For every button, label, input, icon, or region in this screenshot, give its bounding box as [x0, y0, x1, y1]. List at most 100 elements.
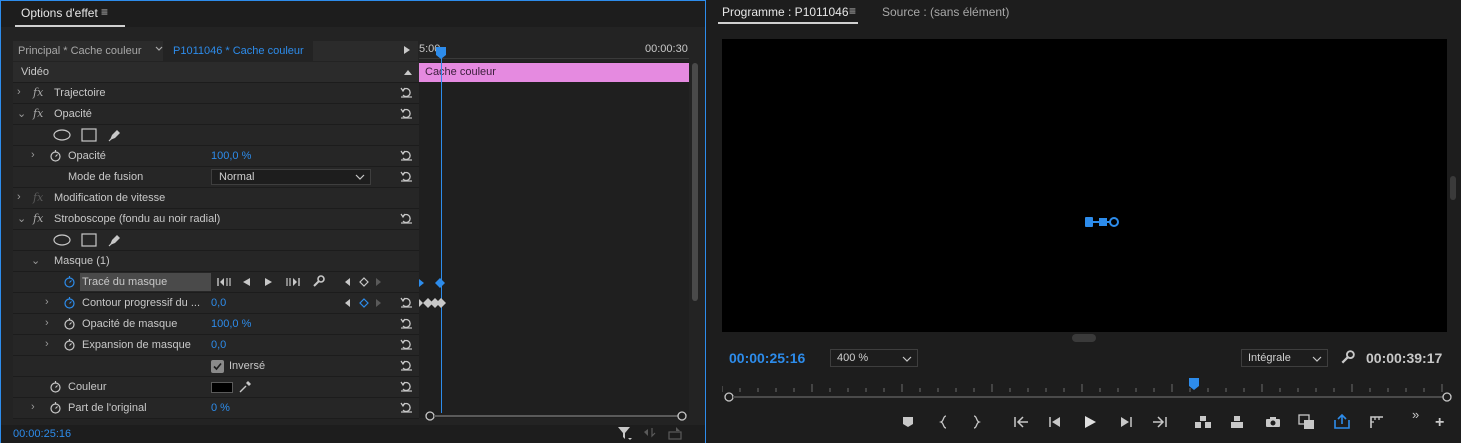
play-button[interactable] — [1081, 413, 1099, 431]
sequence-clip-label[interactable]: P1011046 * Cache couleur — [173, 45, 304, 57]
property-row-opacite-masque[interactable]: › Opacité de masque 100,0 % — [13, 314, 419, 335]
expansion-value[interactable]: 0,0 — [211, 339, 226, 351]
mask-control-handle-icon[interactable] — [1084, 215, 1120, 229]
fx-icon[interactable]: fx — [33, 212, 43, 225]
chevron-down-icon[interactable]: ⌄ — [17, 212, 26, 225]
vertical-scrollbar[interactable] — [690, 63, 700, 303]
go-to-in-button[interactable] — [1012, 413, 1030, 431]
stopwatch-icon[interactable] — [63, 317, 76, 330]
program-monitor-viewer[interactable] — [722, 39, 1447, 342]
more-controls-icon[interactable]: » — [1412, 407, 1419, 422]
timeline-zoom-scrollbar[interactable] — [425, 411, 687, 421]
add-button-icon[interactable]: + — [1435, 414, 1444, 432]
reset-icon[interactable] — [400, 170, 413, 183]
resolution-select[interactable]: Intégrale — [1241, 349, 1328, 367]
effect-timeline-area[interactable] — [419, 62, 689, 418]
fx-icon[interactable]: fx — [33, 86, 43, 99]
ellipse-mask-icon[interactable] — [53, 234, 71, 246]
keyframe-group-icon[interactable] — [419, 298, 447, 308]
safe-margins-button[interactable] — [1368, 413, 1386, 431]
go-to-out-button[interactable] — [1151, 413, 1169, 431]
camera-icon[interactable] — [1264, 413, 1282, 431]
reset-icon[interactable] — [400, 359, 413, 372]
mask-row[interactable]: ⌄ Masque (1) — [13, 251, 419, 272]
property-row-opacite[interactable]: › Opacité 100,0 % — [13, 146, 419, 167]
prev-keyframe-icon[interactable] — [345, 299, 351, 307]
property-row-contour[interactable]: › Contour progressif du ... 0,0 — [13, 293, 419, 314]
track-forward-icon[interactable] — [286, 277, 300, 287]
effect-row-trajectoire[interactable]: › fx Trajectoire — [13, 83, 419, 104]
chevron-right-icon[interactable]: › — [17, 191, 21, 203]
rectangle-mask-icon[interactable] — [81, 128, 97, 142]
chevron-right-icon[interactable]: › — [17, 86, 21, 98]
tab-source-monitor[interactable]: Source : (sans élément) — [882, 5, 1009, 19]
tab-effect-controls[interactable]: Options d'effet — [21, 6, 98, 20]
zoom-level-select[interactable]: 400 % — [830, 349, 918, 367]
eyedropper-icon[interactable] — [238, 380, 252, 394]
stopwatch-active-icon[interactable] — [63, 275, 76, 288]
inverse-checkbox[interactable] — [211, 360, 224, 373]
reset-icon[interactable] — [400, 86, 413, 99]
mark-out-button[interactable] — [967, 413, 985, 431]
viewer-scroll-handle[interactable] — [1072, 334, 1096, 342]
lift-button[interactable] — [1194, 413, 1212, 431]
collapse-up-icon[interactable] — [403, 68, 413, 76]
stopwatch-icon[interactable] — [49, 149, 62, 162]
master-clip-label[interactable]: Principal * Cache couleur — [18, 45, 142, 57]
stopwatch-icon[interactable] — [49, 401, 62, 414]
monitor-vertical-scroll-handle[interactable] — [1450, 176, 1456, 200]
step-forward-button[interactable] — [1117, 413, 1135, 431]
mark-in-button[interactable] — [935, 413, 953, 431]
chevron-right-icon[interactable]: › — [31, 401, 35, 413]
add-keyframe-icon[interactable] — [359, 277, 369, 287]
effect-row-modif-vitesse[interactable]: › fx Modification de vitesse — [13, 188, 419, 209]
opacite-value[interactable]: 100,0 % — [211, 150, 251, 162]
playhead-handle-icon[interactable] — [435, 46, 447, 60]
next-keyframe-icon[interactable] — [376, 299, 382, 307]
track-backward-icon[interactable] — [217, 277, 231, 287]
rectangle-mask-icon[interactable] — [81, 233, 97, 247]
contour-value[interactable]: 0,0 — [211, 297, 226, 309]
property-row-part-original[interactable]: › Part de l'original 0 % — [13, 398, 419, 419]
tab-program-monitor[interactable]: Programme : P1011046 — [722, 5, 849, 19]
stopwatch-icon[interactable] — [63, 338, 76, 351]
prev-keyframe-icon[interactable] — [345, 278, 351, 286]
pen-mask-icon[interactable] — [107, 127, 123, 143]
footer-timecode[interactable]: 00:00:25:16 — [13, 428, 71, 440]
filter-icon[interactable] — [617, 426, 633, 441]
blend-mode-select[interactable]: Normal — [211, 169, 371, 185]
chevron-right-icon[interactable]: › — [45, 296, 49, 308]
program-current-timecode[interactable]: 00:00:25:16 — [729, 350, 805, 366]
chevron-right-icon[interactable]: › — [45, 338, 49, 350]
reset-icon[interactable] — [400, 296, 413, 309]
chevron-right-icon[interactable]: › — [31, 149, 35, 161]
effect-row-stroboscope[interactable]: ⌄ fx Stroboscope (fondu au noir radial) — [13, 209, 419, 230]
chevron-down-icon[interactable]: ⌄ — [31, 254, 40, 267]
panel-menu-icon[interactable]: ≡ — [849, 4, 856, 18]
monitor-time-ruler[interactable] — [722, 378, 1450, 392]
part-original-value[interactable]: 0 % — [211, 402, 230, 414]
reset-icon[interactable] — [400, 401, 413, 414]
pen-mask-icon[interactable] — [107, 232, 123, 248]
reset-icon[interactable] — [400, 107, 413, 120]
chevron-right-icon[interactable]: › — [45, 317, 49, 329]
keyframe-diamond-icon[interactable] — [435, 278, 445, 288]
ellipse-mask-icon[interactable] — [53, 129, 71, 141]
panel-menu-icon[interactable]: ≡ — [101, 5, 108, 19]
add-marker-button[interactable] — [899, 413, 917, 431]
reset-icon[interactable] — [400, 149, 413, 162]
stopwatch-icon[interactable] — [49, 380, 62, 393]
reset-icon[interactable] — [400, 212, 413, 225]
opacite-masque-value[interactable]: 100,0 % — [211, 318, 251, 330]
color-swatch[interactable] — [211, 382, 233, 393]
time-ruler[interactable]: 5:00 00:00:30 — [419, 41, 689, 61]
fx-icon[interactable]: fx — [33, 107, 43, 120]
monitor-playhead-icon[interactable] — [1188, 377, 1200, 391]
property-row-trace-masque[interactable]: Tracé du masque — [13, 272, 419, 293]
track-next-frame-icon[interactable] — [264, 277, 274, 287]
track-prev-frame-icon[interactable] — [241, 277, 251, 287]
comparison-view-button[interactable] — [1298, 413, 1316, 431]
property-row-couleur[interactable]: Couleur — [13, 377, 419, 398]
reset-icon[interactable] — [400, 317, 413, 330]
clip-bar[interactable]: Cache couleur — [419, 63, 689, 82]
